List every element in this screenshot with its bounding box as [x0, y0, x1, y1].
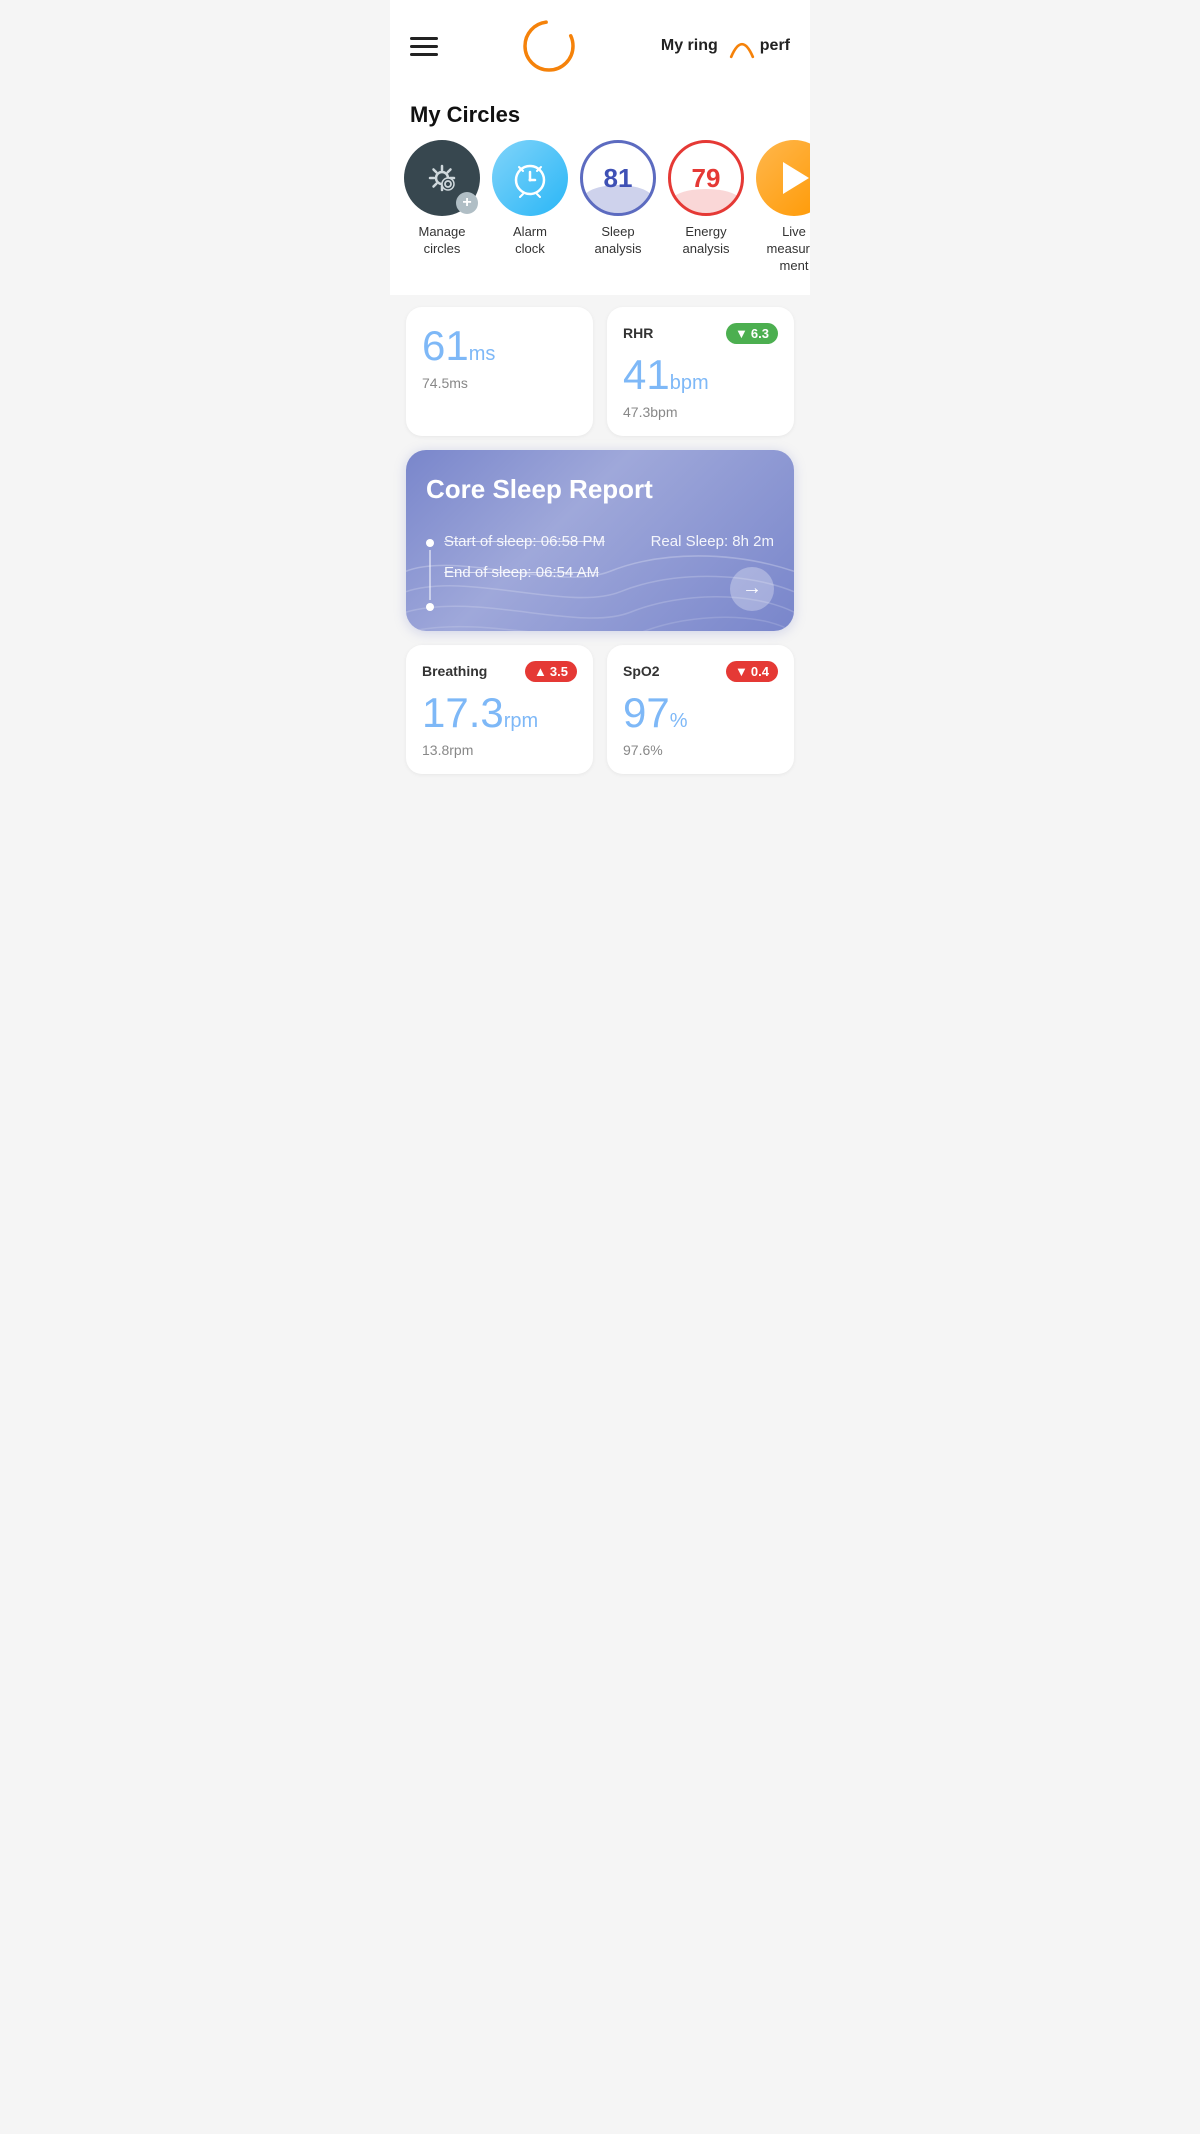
header-right: My ring perf — [661, 28, 790, 64]
spo2-badge: ▼ 0.4 — [726, 661, 778, 682]
section-title: My Circles — [390, 84, 810, 140]
breathing-spo2-row: Breathing ▲ 3.5 17.3rpm 13.8rpm SpO2 ▼ 0… — [406, 645, 794, 774]
energy-analysis-label: Energyanalysis — [683, 224, 730, 258]
breathing-badge: ▲ 3.5 — [525, 661, 577, 682]
breathing-card: Breathing ▲ 3.5 17.3rpm 13.8rpm — [406, 645, 593, 774]
rhr-title: RHR — [623, 325, 653, 341]
circle-item-energy[interactable]: 79 Energyanalysis — [670, 140, 742, 258]
alarm-clock-svg — [507, 155, 553, 201]
sleep-report-card[interactable]: Core Sleep Report Start of sleep: 06:58 … — [406, 450, 794, 631]
header: My ring perf — [390, 0, 810, 84]
cards-container: 61ms 74.5ms RHR ▼ 6.3 41bpm 47.3bpm — [390, 295, 810, 786]
rhr-badge-arrow: ▼ — [735, 326, 748, 341]
spo2-sub-value: 97.6% — [623, 742, 778, 758]
breathing-value: 17.3rpm — [422, 690, 577, 736]
sleep-analysis-icon: 81 — [580, 140, 656, 216]
hrv-sub-value: 74.5ms — [422, 375, 577, 391]
energy-analysis-icon: 79 — [668, 140, 744, 216]
sleep-analysis-label: Sleepanalysis — [595, 224, 642, 258]
breathing-sub-value: 13.8rpm — [422, 742, 577, 758]
circle-item-live[interactable]: Livemeasure­ment — [758, 140, 810, 275]
sleep-end-label: End of sleep: 06:54 AM — [444, 564, 599, 581]
logo-ring-icon — [519, 16, 579, 76]
rhr-card-header: RHR ▼ 6.3 — [623, 323, 778, 344]
play-icon — [783, 162, 809, 194]
rhr-badge: ▼ 6.3 — [726, 323, 778, 344]
circles-row: + Managecircles Alarmclock 81 — [390, 140, 810, 295]
manage-circles-icon: + — [404, 140, 480, 216]
sleep-start-label: Start of sleep: 06:58 PM — [444, 533, 605, 550]
hrv-rhr-row: 61ms 74.5ms RHR ▼ 6.3 41bpm 47.3bpm — [406, 307, 794, 436]
perf-arc-icon — [724, 28, 760, 64]
menu-button[interactable] — [410, 37, 438, 56]
add-circle-plus[interactable]: + — [456, 192, 478, 214]
rhr-value: 41bpm — [623, 352, 778, 398]
spo2-header: SpO2 ▼ 0.4 — [623, 661, 778, 682]
spo2-title: SpO2 — [623, 663, 660, 679]
gear-icon — [420, 156, 464, 200]
arrow-right-icon: → — [742, 577, 762, 600]
breathing-header: Breathing ▲ 3.5 — [422, 661, 577, 682]
breathing-badge-arrow: ▲ — [534, 664, 547, 679]
alarm-clock-label: Alarmclock — [513, 224, 547, 258]
rhr-sub-value: 47.3bpm — [623, 404, 778, 420]
sleep-report-info: Start of sleep: 06:58 PM Real Sleep: 8h … — [426, 533, 774, 611]
hrv-value: 61ms — [422, 323, 577, 369]
hrv-card: 61ms 74.5ms — [406, 307, 593, 436]
spo2-value: 97% — [623, 690, 778, 736]
circle-item-alarm[interactable]: Alarmclock — [494, 140, 566, 258]
sleep-end-dot — [426, 603, 434, 611]
spo2-card: SpO2 ▼ 0.4 97% 97.6% — [607, 645, 794, 774]
circle-item-manage[interactable]: + Managecircles — [406, 140, 478, 258]
sleep-report-arrow-button[interactable]: → — [730, 567, 774, 611]
manage-circles-label: Managecircles — [419, 224, 466, 258]
breathing-title: Breathing — [422, 663, 487, 679]
sleep-start-dot — [426, 539, 434, 547]
sleep-report-title: Core Sleep Report — [426, 474, 774, 505]
energy-score: 79 — [692, 163, 721, 194]
sleep-score: 81 — [604, 163, 633, 194]
live-measurement-icon — [756, 140, 810, 216]
alarm-clock-icon — [492, 140, 568, 216]
live-measurement-label: Livemeasure­ment — [758, 224, 810, 275]
rhr-card: RHR ▼ 6.3 41bpm 47.3bpm — [607, 307, 794, 436]
my-ring-label: My ring — [661, 37, 718, 55]
circle-item-sleep[interactable]: 81 Sleepanalysis — [582, 140, 654, 258]
sleep-real-label: Real Sleep: 8h 2m — [651, 533, 774, 550]
spo2-badge-arrow: ▼ — [735, 664, 748, 679]
perf-label: perf — [760, 37, 790, 55]
